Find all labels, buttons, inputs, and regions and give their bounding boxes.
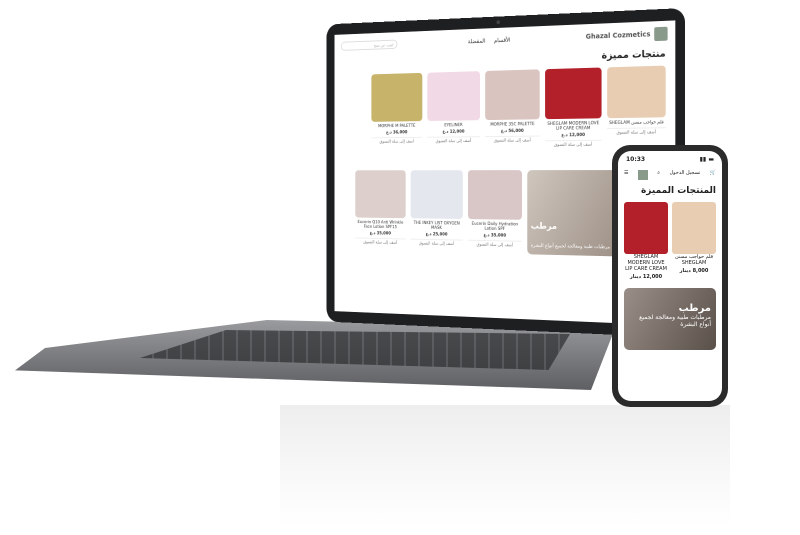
phone-banner[interactable]: مرطب مرطبات طبية ومعالجة لجميع أنواع البش… [624, 288, 716, 350]
product-price: 8,000 دينار [679, 268, 709, 274]
product-price: 36,000 د.ع [385, 130, 408, 136]
product-name: قلم حواجب مسنن SHEGLAM [609, 120, 664, 127]
product-name: Eucerin Daily Hydration Lotion SPF [471, 221, 519, 232]
product-price: 12,000 د.ع [442, 129, 465, 135]
add-to-cart-button[interactable]: أضف إلى سلة التسوق [467, 239, 522, 249]
product-name: SHEGLAM MODERN LOVE LIP CARE CREAM [625, 254, 667, 272]
add-to-cart-button[interactable]: أضف إلى سلة التسوق [355, 237, 406, 246]
product-card[interactable]: SHEGLAM MODERN LOVE LIP CARE CREAM 12,00… [545, 67, 602, 149]
product-name: Eucerin Q10 Anti Wrinkle Face Lotion SPF… [357, 220, 404, 231]
banner-title: مرطب [530, 221, 557, 232]
search-input[interactable]: ابحث عن منتج [340, 39, 398, 51]
add-to-cart-button[interactable]: أضف إلى سلة التسوق [427, 136, 480, 145]
product-card[interactable]: EYELINER 12,000 د.ع أضف إلى سلة التسوق [427, 71, 480, 149]
add-to-cart-button[interactable]: أضف إلى سلة التسوق [607, 127, 666, 136]
product-name: THE INKEY LIST OXYGEN MASK [413, 221, 460, 231]
product-price: 56,000 د.ع [500, 129, 524, 135]
reflection [280, 405, 730, 525]
phone-product-grid: قلم حواجب مسنن SHEGLAM 8,000 دينار SHEGL… [618, 200, 722, 284]
add-to-cart-button[interactable]: أضف إلى سلة التسوق [545, 139, 602, 149]
product-price: 35,000 د.ع [483, 233, 507, 239]
menu-icon[interactable]: ☰ [624, 170, 628, 180]
logo-icon[interactable] [637, 170, 648, 180]
product-image [485, 69, 540, 121]
product-image [624, 202, 668, 254]
product-image [607, 65, 666, 119]
banner-subtitle: مرطبات طبية ومعالجة لجميع أنواع البشرة [530, 242, 610, 251]
search-icon[interactable]: ⌕ [657, 170, 660, 180]
status-time: 10:33 [626, 156, 646, 163]
brand-name: Ghazal Cozmetics [585, 30, 651, 41]
product-price: 25,000 د.ع [425, 232, 448, 238]
product-name: قلم حواجب مسنن SHEGLAM [674, 254, 714, 266]
product-price: 12,000 د.ع [561, 133, 586, 139]
signal-icon: ▮▮ ▬ [699, 156, 714, 163]
product-card[interactable]: MORPHE M PALETTE 36,000 د.ع أضف إلى سلة ا… [371, 72, 423, 149]
product-name: MORPHE M PALETTE [378, 123, 416, 130]
nav-favorites[interactable]: المفضلة [468, 37, 486, 44]
add-to-cart-button[interactable]: أضف إلى سلة التسوق [371, 136, 423, 145]
camera-icon [496, 20, 500, 25]
logo-icon [654, 26, 668, 42]
product-name: SHEGLAM MODERN LOVE LIP CARE CREAM [547, 121, 600, 132]
phone-banner-title: مرطب [678, 303, 711, 314]
product-image [672, 202, 716, 254]
phone-screen: 10:33 ▮▮ ▬ ☰ ⌕ تسجيل الدخول 🛒 المنتجات الممي… [618, 151, 722, 401]
phone: 10:33 ▮▮ ▬ ☰ ⌕ تسجيل الدخول 🛒 المنتجات الممي… [612, 145, 728, 407]
product-card[interactable]: MORPHE 35C PALETTE 56,000 د.ع أضف إلى سلة… [485, 69, 540, 148]
product-card[interactable]: Eucerin Q10 Anti Wrinkle Face Lotion SPF… [355, 170, 406, 251]
logo[interactable]: Ghazal Cozmetics [585, 26, 668, 44]
product-card[interactable]: قلم حواجب مسنن SHEGLAM 8,000 دينار [672, 202, 716, 282]
product-price: 12,000 دينار [629, 274, 663, 280]
product-image [410, 170, 463, 219]
phone-featured-title: المنتجات المميزة [640, 186, 716, 196]
product-name: MORPHE 35C PALETTE [490, 122, 535, 128]
product-card[interactable]: SHEGLAM MODERN LOVE LIP CARE CREAM 12,00… [624, 202, 668, 282]
product-card[interactable]: Eucerin Daily Hydration Lotion SPF 35,00… [467, 170, 522, 254]
product-image [427, 71, 480, 121]
product-row: قلم حواجب مسنن SHEGLAM أضف إلى سلة التسو… [335, 61, 676, 153]
phone-banner-subtitle: مرطبات طبية ومعالجة لجميع أنواع البشرة [639, 314, 711, 328]
product-card[interactable]: قلم حواجب مسنن SHEGLAM أضف إلى سلة التسو… [607, 65, 666, 148]
product-card[interactable]: THE INKEY LIST OXYGEN MASK 25,000 د.ع أضف… [410, 170, 463, 253]
product-image [371, 72, 423, 122]
login-link[interactable]: تسجيل الدخول [670, 170, 701, 180]
product-price: 35,000 د.ع [369, 231, 391, 237]
nav-categories[interactable]: الأقسام [494, 36, 510, 43]
add-to-cart-button[interactable]: أضف إلى سلة التسوق [410, 238, 463, 248]
product-image [545, 67, 602, 120]
product-image [467, 170, 522, 220]
product-name: EYELINER [444, 123, 463, 129]
cart-icon[interactable]: 🛒 [710, 170, 716, 180]
product-image [355, 170, 406, 219]
add-to-cart-button[interactable]: أضف إلى سلة التسوق [485, 135, 540, 144]
